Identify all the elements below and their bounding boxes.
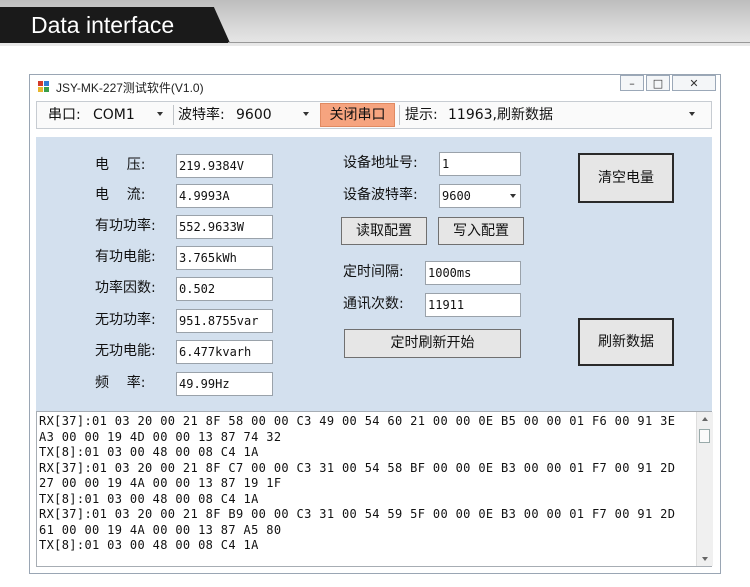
power-factor-label: 功率因数: (95, 280, 156, 296)
timer-refresh-button[interactable]: 定时刷新开始 (344, 329, 521, 358)
scroll-down-icon[interactable] (702, 557, 708, 561)
app-icon (38, 81, 50, 93)
current-field[interactable]: 4.9993A (176, 184, 273, 208)
chevron-down-icon (689, 112, 695, 116)
reactive-energy-field[interactable]: 6.477kvarh (176, 340, 273, 364)
maximize-button[interactable]: □ (646, 75, 670, 91)
baud-select[interactable]: 9600 (233, 102, 313, 128)
minimize-button[interactable]: – (620, 75, 644, 91)
interval-field[interactable]: 1000ms (425, 261, 521, 285)
banner-title: Data interface (31, 12, 175, 38)
frequency-field[interactable]: 49.99Hz (176, 372, 273, 396)
comm-count-field[interactable]: 11911 (425, 293, 521, 317)
active-power-field[interactable]: 552.9633W (176, 215, 273, 239)
hint-select[interactable]: 11963,刷新数据 (445, 102, 705, 128)
refresh-data-button[interactable]: 刷新数据 (578, 318, 674, 366)
comm-count-label: 通讯次数: (343, 296, 404, 312)
toolbar-separator (173, 105, 174, 125)
chevron-down-icon (157, 112, 163, 116)
log-content: RX[37]:01 03 20 00 21 8F 58 00 00 C3 49 … (39, 414, 693, 554)
baud-label: 波特率: (178, 107, 225, 123)
reactive-power-label: 无功功率: (95, 312, 156, 328)
baud-value: 9600 (236, 107, 272, 123)
clear-energy-button[interactable]: 清空电量 (578, 153, 674, 203)
device-baud-value: 9600 (442, 189, 471, 203)
log-line: RX[37]:01 03 20 00 21 8F 58 00 00 C3 49 … (39, 414, 676, 428)
device-baud-select[interactable]: 9600 (439, 184, 521, 208)
hint-label: 提示: (405, 107, 438, 123)
frequency-label: 频 率: (95, 375, 146, 391)
section-banner: Data interface (0, 0, 750, 46)
close-port-button[interactable]: 关闭串口 (320, 103, 395, 127)
reactive-energy-label: 无功电能: (95, 343, 156, 359)
device-baud-label: 设备波特率: (343, 187, 418, 203)
scroll-up-icon[interactable] (702, 417, 708, 421)
hint-value: 11963,刷新数据 (448, 107, 553, 123)
chevron-down-icon (510, 194, 516, 198)
device-address-label: 设备地址号: (343, 155, 418, 171)
log-line: A3 00 00 19 4D 00 00 13 87 74 32 (39, 429, 282, 444)
device-address-field[interactable]: 1 (439, 152, 521, 176)
window-title: JSY-MK-227测试软件(V1.0) (56, 81, 204, 95)
log-line: TX[8]:01 03 00 48 00 08 C4 1A (39, 538, 259, 552)
active-power-label: 有功功率: (95, 218, 156, 234)
minimize-icon: – (629, 76, 635, 90)
banner-divider (228, 42, 750, 43)
reactive-power-field[interactable]: 951.8755var (176, 309, 273, 333)
serial-log[interactable]: RX[37]:01 03 20 00 21 8F 58 00 00 C3 49 … (36, 411, 713, 567)
active-energy-label: 有功电能: (95, 249, 156, 265)
log-line: RX[37]:01 03 20 00 21 8F C7 00 00 C3 31 … (39, 460, 676, 475)
chevron-down-icon (303, 112, 309, 116)
maximize-icon: □ (652, 76, 664, 90)
toolbar: 串口: COM1 波特率: 9600 关闭串口 提示: 11963,刷新数据 (36, 101, 712, 129)
measurement-panel: 电 压: 219.9384V 电 流: 4.9993A 有功功率: 552.96… (36, 137, 712, 411)
current-label: 电 流: (95, 187, 146, 203)
app-window: JSY-MK-227测试软件(V1.0) – □ ✕ 串口: COM1 波特率:… (29, 74, 721, 574)
active-energy-field[interactable]: 3.765kWh (176, 246, 273, 270)
log-line: TX[8]:01 03 00 48 00 08 C4 1A (39, 445, 259, 459)
toolbar-separator (399, 105, 400, 125)
log-line: RX[37]:01 03 20 00 21 8F B9 00 00 C3 31 … (39, 507, 676, 521)
power-factor-field[interactable]: 0.502 (176, 277, 273, 301)
close-window-button[interactable]: ✕ (672, 75, 716, 91)
port-select[interactable]: COM1 (89, 102, 169, 128)
port-value: COM1 (93, 107, 135, 123)
log-scrollbar[interactable] (696, 412, 713, 566)
close-icon: ✕ (689, 76, 699, 90)
read-config-button[interactable]: 读取配置 (341, 217, 427, 245)
voltage-label: 电 压: (95, 157, 146, 173)
log-line: 61 00 00 19 4A 00 00 13 87 A5 80 (39, 522, 282, 537)
window-titlebar: JSY-MK-227测试软件(V1.0) – □ ✕ (30, 75, 720, 99)
voltage-field[interactable]: 219.9384V (176, 154, 273, 178)
interval-label: 定时间隔: (343, 264, 404, 280)
scroll-thumb[interactable] (699, 429, 710, 443)
port-label: 串口: (48, 107, 81, 123)
log-line: TX[8]:01 03 00 48 00 08 C4 1A (39, 491, 259, 506)
log-line: 27 00 00 19 4A 00 00 13 87 19 1F (39, 476, 282, 490)
write-config-button[interactable]: 写入配置 (438, 217, 524, 245)
